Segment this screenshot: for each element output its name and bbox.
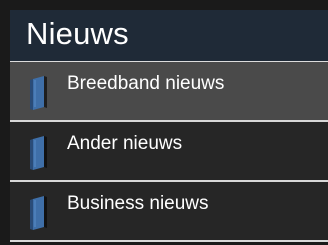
header-bar: Nieuws: [10, 10, 328, 62]
list-item-label: Breedband nieuws: [67, 73, 225, 94]
book-icon: [30, 136, 48, 170]
list-item-business-nieuws[interactable]: Business nieuws: [10, 182, 328, 242]
list-item-label: Business nieuws: [67, 193, 209, 214]
list-item-breedband-nieuws[interactable]: Breedband nieuws: [10, 62, 328, 122]
book-icon: [30, 196, 48, 230]
news-panel: Nieuws Breedband nieuws Ander nieuws Bus…: [0, 0, 328, 245]
news-list: Breedband nieuws Ander nieuws Business n…: [10, 62, 328, 242]
page-title: Nieuws: [26, 16, 129, 51]
list-item-label: Ander nieuws: [67, 133, 183, 154]
list-item-ander-nieuws[interactable]: Ander nieuws: [10, 122, 328, 182]
book-icon: [30, 76, 48, 110]
